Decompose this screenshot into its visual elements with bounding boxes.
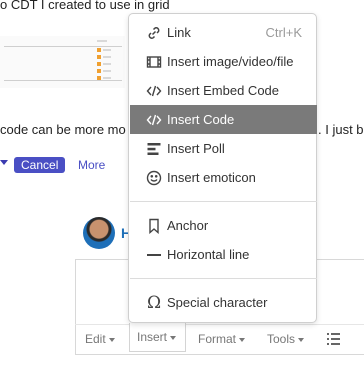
- format-menu-label: Format: [198, 332, 237, 346]
- menu-divider: [130, 278, 317, 279]
- link-icon: [146, 25, 162, 41]
- cancel-button[interactable]: Cancel: [14, 157, 66, 173]
- menu-item-label: Insert emoticon: [167, 170, 256, 185]
- omega-icon: Ω: [146, 292, 162, 313]
- horizontal-line-icon: [146, 247, 162, 263]
- menu-item-horizontal-line[interactable]: Horizontal line: [130, 240, 317, 269]
- avatar[interactable]: [83, 217, 115, 249]
- menu-item-label: Special character: [167, 295, 268, 310]
- chevron-down-icon: [298, 337, 305, 342]
- menu-item-anchor[interactable]: Anchor: [130, 211, 317, 240]
- menu-item-label: Horizontal line: [167, 247, 250, 262]
- menu-item-label: Insert image/video/file: [167, 54, 294, 69]
- menu-item-label: Anchor: [167, 218, 209, 233]
- bullet-list-icon[interactable]: [327, 333, 340, 345]
- code-icon: [146, 112, 162, 128]
- menu-item-insert-media[interactable]: Insert image/video/file: [130, 47, 317, 76]
- chevron-down-icon: [108, 337, 115, 342]
- menu-item-label: Link: [167, 25, 191, 40]
- insert-menu-label: Insert: [137, 330, 168, 344]
- bookmark-icon: [146, 218, 162, 234]
- chevron-down-icon: [170, 335, 177, 340]
- menu-item-insert-embed-code[interactable]: Insert Embed Code: [130, 76, 317, 105]
- more-link[interactable]: More: [78, 157, 105, 173]
- menu-item-label: Insert Embed Code: [167, 83, 280, 98]
- post-text-line-tail: . I just b: [318, 122, 364, 137]
- embed-code-icon: [146, 83, 162, 99]
- poll-icon: [146, 141, 162, 157]
- post-text-line: o CDT I created to use in grid: [0, 0, 170, 12]
- editor-toolbar: Edit Format Tools: [75, 324, 364, 354]
- emoticon-icon: [146, 170, 162, 186]
- menu-item-label: Insert Code: [167, 112, 235, 127]
- post-text-line: code can be more mo: [0, 122, 126, 137]
- menu-item-insert-code[interactable]: Insert Code: [130, 105, 317, 134]
- tools-menu-button[interactable]: Tools: [267, 332, 305, 346]
- tools-menu-label: Tools: [267, 332, 296, 346]
- media-icon: [146, 54, 162, 70]
- menu-item-label: Insert Poll: [167, 141, 225, 156]
- insert-menu-button[interactable]: Insert: [129, 323, 186, 352]
- menu-item-insert-emoticon[interactable]: Insert emoticon: [130, 163, 317, 192]
- edit-menu-label: Edit: [85, 332, 106, 346]
- menu-item-special-character[interactable]: Ω Special character: [130, 288, 317, 317]
- chevron-down-icon[interactable]: [0, 160, 8, 165]
- format-menu-button[interactable]: Format: [198, 332, 246, 346]
- menu-item-insert-poll[interactable]: Insert Poll: [130, 134, 317, 163]
- menu-item-link[interactable]: Link Ctrl+K: [130, 18, 317, 47]
- shortcut-hint: Ctrl+K: [265, 25, 302, 40]
- menu-divider: [130, 201, 317, 202]
- chevron-down-icon: [239, 337, 246, 342]
- post-thumbnail-image: [0, 36, 125, 88]
- insert-dropdown-menu: Link Ctrl+K Insert image/video/file Inse…: [128, 13, 317, 323]
- edit-menu-button[interactable]: Edit: [85, 332, 115, 346]
